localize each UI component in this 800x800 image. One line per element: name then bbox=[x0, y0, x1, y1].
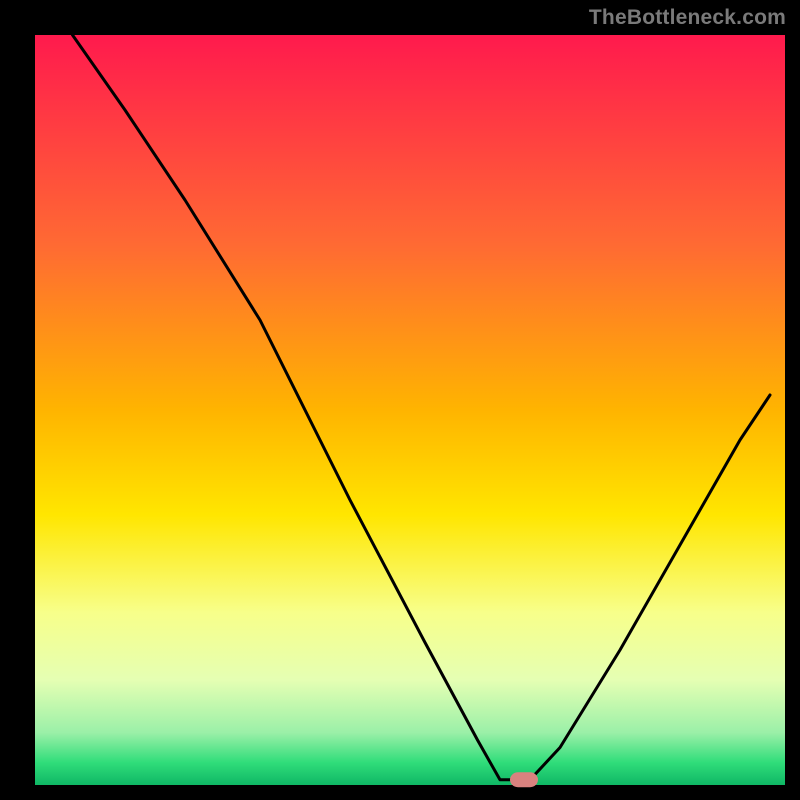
optimal-point-marker bbox=[510, 772, 538, 787]
watermark-text: TheBottleneck.com bbox=[589, 6, 786, 30]
chart-frame bbox=[0, 0, 800, 800]
gradient-background bbox=[35, 35, 785, 785]
bottleneck-chart bbox=[0, 0, 800, 800]
